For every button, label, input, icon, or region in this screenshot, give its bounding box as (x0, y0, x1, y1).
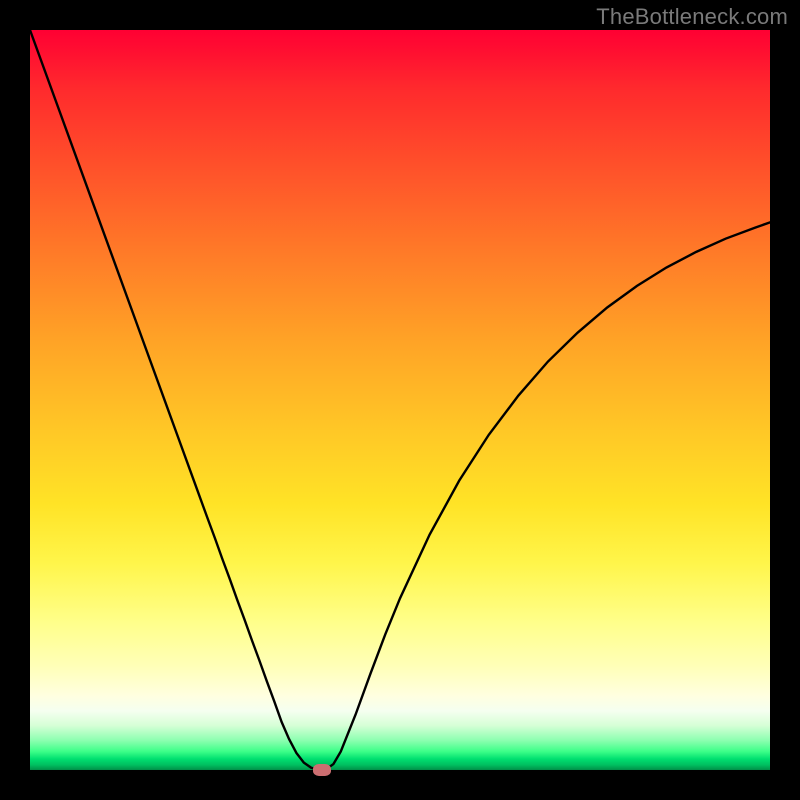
plot-area (30, 30, 770, 770)
bottleneck-curve (30, 30, 770, 770)
chart-frame: TheBottleneck.com (0, 0, 800, 800)
watermark-text: TheBottleneck.com (596, 4, 788, 30)
minimum-marker (313, 764, 331, 776)
